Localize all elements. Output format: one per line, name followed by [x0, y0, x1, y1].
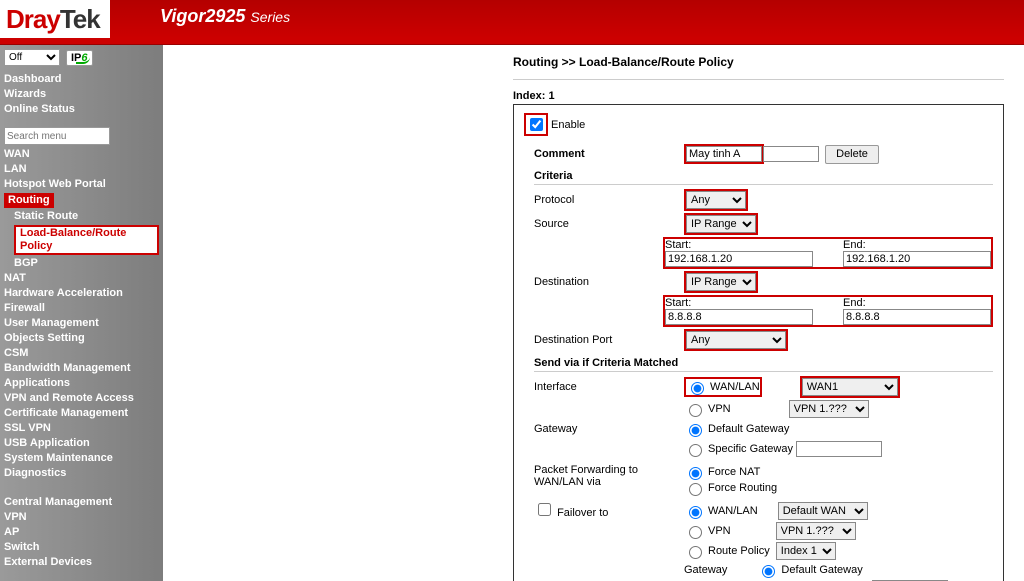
- iface-wanlan-radio[interactable]: [691, 382, 704, 395]
- app-header: DrayTek Vigor2925 Series: [0, 0, 1024, 38]
- send-title: Send via if Criteria Matched: [524, 357, 993, 369]
- delete-button[interactable]: Delete: [825, 145, 879, 164]
- nav-ap[interactable]: AP: [4, 525, 159, 540]
- model-label: Vigor2925 Series: [160, 6, 290, 27]
- force-nat-radio[interactable]: [689, 467, 702, 480]
- nav-vpn[interactable]: VPN: [4, 510, 159, 525]
- source-label: Source: [524, 218, 684, 230]
- dest-port-label: Destination Port: [524, 334, 684, 346]
- source-mode-select[interactable]: IP Range: [686, 215, 756, 233]
- fo-wan-select[interactable]: Default WAN: [778, 502, 868, 520]
- fo-route-radio[interactable]: [689, 546, 702, 559]
- criteria-title: Criteria: [524, 170, 993, 182]
- comment-label: Comment: [524, 148, 684, 160]
- nav-diag[interactable]: Diagnostics: [4, 466, 159, 481]
- force-routing-radio[interactable]: [689, 483, 702, 496]
- gw-default-radio[interactable]: [689, 424, 702, 437]
- nav-switch[interactable]: Switch: [4, 540, 159, 555]
- fo-vpn-radio[interactable]: [689, 526, 702, 539]
- nav-usb-app[interactable]: USB Application: [4, 436, 159, 451]
- header-strip: [0, 38, 1024, 45]
- nav-dashboard[interactable]: Dashboard: [4, 72, 159, 87]
- policy-panel: Enable Comment Delete Criteria Protocol …: [513, 104, 1004, 581]
- protocol-select[interactable]: Any: [686, 191, 746, 209]
- mode-select[interactable]: Off: [4, 49, 60, 66]
- nav-vpn-remote[interactable]: VPN and Remote Access: [4, 391, 159, 406]
- nav-static-route[interactable]: Static Route: [4, 209, 159, 224]
- sidebar: Off IP6 Dashboard Wizards Online Status …: [0, 45, 163, 581]
- destination-label: Destination: [524, 276, 684, 288]
- search-input[interactable]: [4, 127, 110, 145]
- failover-checkbox[interactable]: [538, 503, 551, 516]
- nav-cert-mgmt[interactable]: Certificate Management: [4, 406, 159, 421]
- nav-ext-dev[interactable]: External Devices: [4, 555, 159, 570]
- fo-vpn-select[interactable]: VPN 1.???: [776, 522, 856, 540]
- nav-bw-mgmt[interactable]: Bandwidth Management: [4, 361, 159, 376]
- interface-label: Interface: [524, 381, 684, 393]
- fo-route-select[interactable]: Index 1: [776, 542, 836, 560]
- nav-bgp[interactable]: BGP: [4, 256, 159, 271]
- dest-mode-select[interactable]: IP Range: [686, 273, 756, 291]
- nav-sys-maint[interactable]: System Maintenance: [4, 451, 159, 466]
- breadcrumb: Routing >> Load-Balance/Route Policy: [513, 55, 1004, 69]
- nav-online-status[interactable]: Online Status: [4, 102, 159, 117]
- ipv6-icon[interactable]: IP6: [66, 50, 93, 66]
- nav-lb-route-policy[interactable]: Load-Balance/Route Policy: [4, 224, 159, 256]
- iface-vpn-radio[interactable]: [689, 404, 702, 417]
- source-end-input[interactable]: [843, 251, 991, 267]
- nav-objects[interactable]: Objects Setting: [4, 331, 159, 346]
- brand-logo: DrayTek: [0, 0, 110, 38]
- nav-csm[interactable]: CSM: [4, 346, 159, 361]
- iface-vpn-select[interactable]: VPN 1.???: [789, 400, 869, 418]
- iface-wan-select[interactable]: WAN1: [802, 378, 898, 396]
- nav-central-mgmt[interactable]: Central Management: [4, 495, 159, 510]
- gw-specific-input[interactable]: [796, 441, 882, 457]
- nav-firewall[interactable]: Firewall: [4, 301, 159, 316]
- nav-ssl-vpn[interactable]: SSL VPN: [4, 421, 159, 436]
- comment-input[interactable]: [686, 146, 762, 162]
- nav-user-mgmt[interactable]: User Management: [4, 316, 159, 331]
- pkt-fwd-label: Packet Forwarding to WAN/LAN via: [524, 464, 684, 488]
- gateway-label: Gateway: [524, 423, 684, 435]
- dest-port-select[interactable]: Any: [686, 331, 786, 349]
- protocol-label: Protocol: [524, 194, 684, 206]
- comment-input-ext[interactable]: [763, 146, 819, 162]
- nav-wizards[interactable]: Wizards: [4, 87, 159, 102]
- nav-hw-accel[interactable]: Hardware Acceleration: [4, 286, 159, 301]
- nav-wan[interactable]: WAN: [4, 147, 159, 162]
- nav-hotspot[interactable]: Hotspot Web Portal: [4, 177, 159, 192]
- nav-apps[interactable]: Applications: [4, 376, 159, 391]
- dest-end-input[interactable]: [843, 309, 991, 325]
- fo-gw-default-radio[interactable]: [762, 565, 775, 578]
- index-label: Index: 1: [513, 90, 1004, 102]
- enable-label: Enable: [551, 119, 585, 131]
- enable-checkbox[interactable]: [530, 118, 543, 131]
- failover-label: Failover to: [524, 500, 684, 519]
- source-start-input[interactable]: [665, 251, 813, 267]
- nav-routing[interactable]: Routing: [4, 192, 159, 209]
- nav-lan[interactable]: LAN: [4, 162, 159, 177]
- fo-wanlan-radio[interactable]: [689, 506, 702, 519]
- dest-start-input[interactable]: [665, 309, 813, 325]
- gw-specific-radio[interactable]: [689, 444, 702, 457]
- nav-nat[interactable]: NAT: [4, 271, 159, 286]
- main-content: Routing >> Load-Balance/Route Policy Ind…: [163, 45, 1024, 581]
